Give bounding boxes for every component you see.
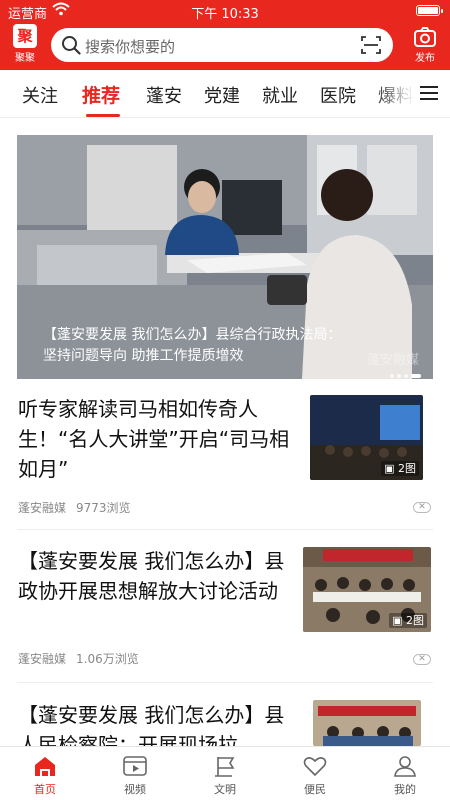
logo-label: 聚聚 — [15, 53, 35, 64]
app-screen: 运营商 下午 10:33 聚 聚聚 搜索你想要的 发布 关注 推荐 蓬安 党建 … — [0, 0, 450, 800]
tab-recommend[interactable]: 推荐 — [82, 81, 120, 108]
divider — [17, 529, 433, 530]
news-meta: 蓬安融媒 9773浏览 — [18, 499, 131, 516]
news-views: 1.06万浏览 — [76, 652, 139, 666]
nav-profile[interactable]: 我的 — [375, 754, 435, 797]
nav-label: 首页 — [34, 783, 56, 796]
logo-icon: 聚 — [13, 24, 37, 48]
nav-label: 便民 — [304, 783, 326, 796]
tabs-fade — [374, 70, 414, 116]
scan-icon[interactable] — [361, 36, 381, 54]
status-bar: 运营商 下午 10:33 — [0, 0, 450, 22]
news-source: 蓬安融媒 — [18, 501, 67, 515]
menu-icon[interactable] — [420, 85, 440, 101]
image-count-badge: ▣ 2图 — [389, 613, 427, 628]
news-meta: 蓬安融媒 1.06万浏览 — [18, 650, 139, 667]
news-item[interactable]: 【蓬安要发展 我们怎么办】县政协开展思想解放大讨论活动 ▣ 2图 蓬安融媒 1.0… — [17, 546, 433, 676]
tab-party[interactable]: 党建 — [204, 82, 240, 108]
news-views: 9773浏览 — [76, 501, 131, 515]
camera-icon — [414, 27, 436, 47]
image-count-badge: ▣ 2图 — [381, 461, 419, 476]
clock: 下午 10:33 — [191, 7, 259, 22]
bottom-navigation: 首页 视频 文明 便民 我的 — [0, 746, 450, 800]
news-title: 听专家解读司马相如传奇人生！“名人大讲堂”开启“司马相如月” — [18, 397, 290, 481]
nav-services[interactable]: 便民 — [285, 754, 345, 797]
nav-label: 文明 — [214, 783, 236, 796]
news-title: 【蓬安要发展 我们怎么办】县政协开展思想解放大讨论活动 — [18, 549, 285, 603]
news-thumbnail — [313, 700, 421, 746]
news-thumbnail: ▣ 2图 — [310, 395, 423, 480]
search-bar[interactable]: 搜索你想要的 — [51, 28, 393, 62]
dismiss-button[interactable]: ✕ — [413, 502, 431, 513]
image-count: 2图 — [406, 614, 424, 627]
nav-label: 视频 — [124, 783, 146, 796]
tab-jobs[interactable]: 就业 — [262, 82, 298, 108]
dismiss-button[interactable]: ✕ — [413, 654, 431, 665]
home-icon — [35, 757, 55, 776]
battery-icon — [416, 5, 443, 16]
news-source: 蓬安融媒 — [18, 652, 67, 666]
news-thumbnail-photo — [313, 700, 421, 746]
carousel-indicator — [387, 363, 421, 379]
tab-hospital[interactable]: 医院 — [320, 82, 356, 108]
news-thumbnail: ▣ 2图 — [303, 547, 431, 632]
user-icon — [394, 756, 416, 777]
app-logo[interactable]: 聚 聚聚 — [10, 24, 40, 66]
hero-banner[interactable]: 【蓬安要发展 我们怎么办】县综合行政执法局：坚持问题导向 助推工作提质增效 蓬安… — [17, 135, 433, 379]
video-icon — [123, 756, 147, 776]
nav-label: 我的 — [394, 783, 416, 796]
search-icon — [62, 36, 81, 55]
news-item[interactable]: 【蓬安要发展 我们怎么办】县人民检察院：开展现场拉 — [17, 700, 433, 746]
image-count: 2图 — [398, 462, 416, 475]
heart-icon — [303, 757, 327, 777]
flag-icon — [215, 757, 235, 777]
nav-home[interactable]: 首页 — [15, 754, 75, 797]
tab-pengan[interactable]: 蓬安 — [146, 82, 182, 108]
hero-caption: 【蓬安要发展 我们怎么办】县综合行政执法局：坚持问题导向 助推工作提质增效 — [43, 327, 342, 364]
publish-label: 发布 — [415, 53, 435, 64]
news-item[interactable]: 听专家解读司马相如传奇人生！“名人大讲堂”开启“司马相如月” ▣ 2图 蓬安融媒… — [17, 394, 433, 524]
publish-button[interactable]: 发布 — [410, 26, 440, 66]
active-tab-indicator — [86, 114, 120, 117]
news-title: 【蓬安要发展 我们怎么办】县人民检察院：开展现场拉 — [18, 703, 285, 746]
tab-follow[interactable]: 关注 — [22, 82, 58, 108]
nav-video[interactable]: 视频 — [105, 754, 165, 797]
search-placeholder: 搜索你想要的 — [85, 38, 176, 56]
top-header: 运营商 下午 10:33 聚 聚聚 搜索你想要的 发布 — [0, 0, 450, 70]
category-tabs: 关注 推荐 蓬安 党建 就业 医院 爆料 — [0, 70, 450, 118]
nav-civilization[interactable]: 文明 — [195, 754, 255, 797]
divider — [17, 682, 433, 683]
